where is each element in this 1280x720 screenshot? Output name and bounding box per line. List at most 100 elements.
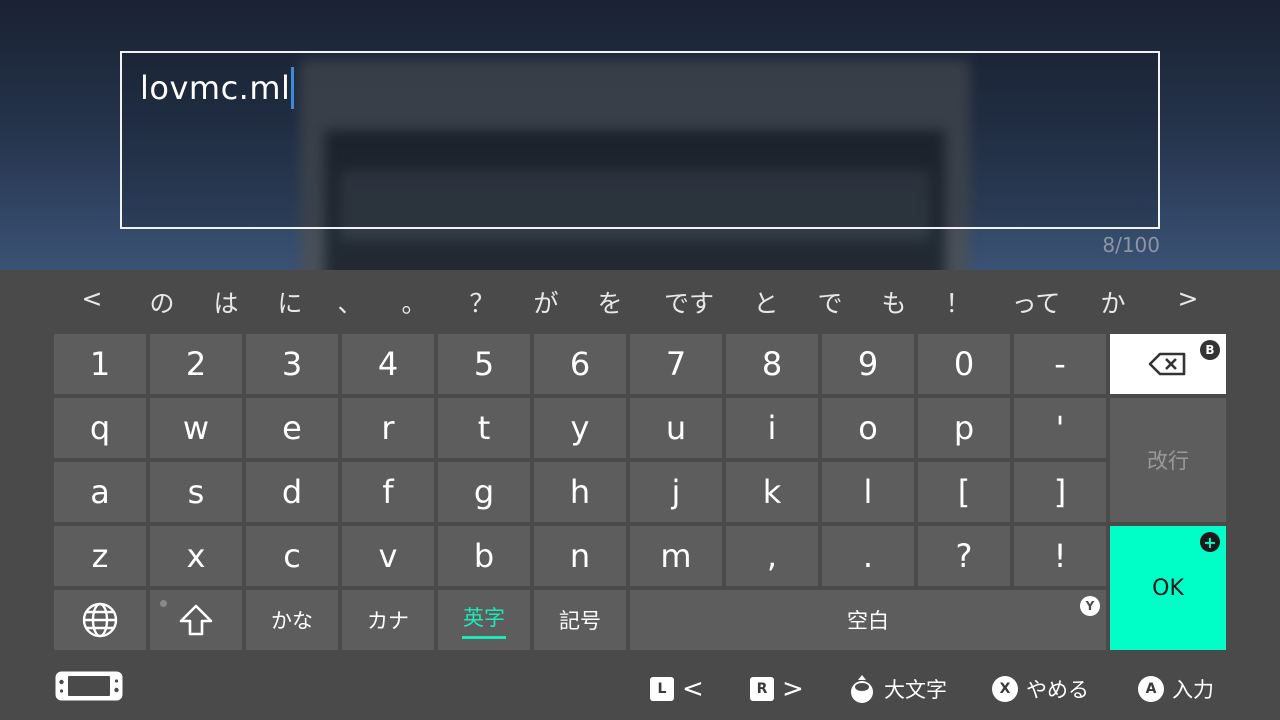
- space-key[interactable]: 空白 Y: [630, 590, 1106, 650]
- key-row4-1[interactable]: x: [150, 526, 242, 586]
- left-chevron-icon: <: [682, 674, 704, 704]
- shift-key[interactable]: [150, 590, 242, 650]
- key-row1-6[interactable]: 7: [630, 334, 722, 394]
- suggestion-item[interactable]: の: [149, 284, 174, 320]
- hint-l-button[interactable]: L <: [650, 674, 704, 704]
- key-row2-9[interactable]: p: [918, 398, 1010, 458]
- key-row2-0[interactable]: q: [54, 398, 146, 458]
- suggestion-item[interactable]: ！: [945, 284, 970, 320]
- mode-symbols-key[interactable]: 記号: [534, 590, 626, 650]
- hint-r-button[interactable]: R >: [750, 674, 804, 704]
- l-button-icon: L: [650, 677, 674, 701]
- key-row3-6[interactable]: j: [630, 462, 722, 522]
- suggestion-item[interactable]: 。: [401, 284, 426, 320]
- mode-alphanumeric-key[interactable]: 英字: [438, 590, 530, 650]
- suggestion-item[interactable]: は: [213, 284, 238, 320]
- confirm-label: 入力: [1172, 678, 1214, 702]
- key-row2-1[interactable]: w: [150, 398, 242, 458]
- hint-caps[interactable]: 大文字: [848, 674, 947, 704]
- hint-cancel[interactable]: X やめる: [992, 674, 1089, 704]
- key-row3-0[interactable]: a: [54, 462, 146, 522]
- key-row3-8[interactable]: l: [822, 462, 914, 522]
- key-row4-10[interactable]: !: [1014, 526, 1106, 586]
- suggestion-next-arrow[interactable]: >: [1178, 284, 1199, 313]
- left-stick-press-icon: [851, 675, 873, 703]
- suggestion-item[interactable]: って: [1012, 284, 1061, 320]
- suggestion-item[interactable]: ？: [469, 284, 494, 320]
- key-row2-8[interactable]: o: [822, 398, 914, 458]
- a-button-icon: A: [1138, 676, 1164, 702]
- key-row3-2[interactable]: d: [246, 462, 338, 522]
- control-hints-bar: L < R > 大文字 X やめる A 入力: [0, 660, 1280, 720]
- key-row2-10[interactable]: ': [1014, 398, 1106, 458]
- key-row1-4[interactable]: 5: [438, 334, 530, 394]
- key-row3-4[interactable]: g: [438, 462, 530, 522]
- key-row1-8[interactable]: 9: [822, 334, 914, 394]
- key-row4-2[interactable]: c: [246, 526, 338, 586]
- key-row1-2[interactable]: 3: [246, 334, 338, 394]
- active-mode-underline: [462, 635, 506, 639]
- char-counter: 8/100: [1102, 233, 1160, 257]
- key-row4-7[interactable]: ,: [726, 526, 818, 586]
- key-row3-9[interactable]: [: [918, 462, 1010, 522]
- mode-katakana-key[interactable]: カナ: [342, 590, 434, 650]
- software-keyboard: < の は に 、 。 ？ が を です と で も ！ って か > かな カ…: [0, 270, 1280, 720]
- key-row4-4[interactable]: b: [438, 526, 530, 586]
- key-row1-5[interactable]: 6: [534, 334, 626, 394]
- mode-hiragana-key[interactable]: かな: [246, 590, 338, 650]
- key-row2-3[interactable]: r: [342, 398, 434, 458]
- key-row1-10[interactable]: -: [1014, 334, 1106, 394]
- suggestion-item[interactable]: か: [1100, 284, 1125, 320]
- key-row1-9[interactable]: 0: [918, 334, 1010, 394]
- hint-confirm[interactable]: A 入力: [1138, 674, 1214, 704]
- key-row2-5[interactable]: y: [534, 398, 626, 458]
- suggestion-item[interactable]: も: [881, 284, 906, 320]
- ok-key[interactable]: OK +: [1110, 526, 1226, 650]
- key-row4-8[interactable]: .: [822, 526, 914, 586]
- key-row3-5[interactable]: h: [534, 462, 626, 522]
- suggestion-item[interactable]: で: [817, 284, 842, 320]
- y-button-icon: Y: [1080, 596, 1100, 616]
- suggestion-item[interactable]: と: [753, 284, 778, 320]
- b-button-icon: B: [1200, 340, 1220, 360]
- key-row2-6[interactable]: u: [630, 398, 722, 458]
- plus-button-icon: +: [1200, 532, 1220, 552]
- suggestion-item[interactable]: を: [597, 284, 622, 320]
- suggestion-item[interactable]: 、: [337, 284, 362, 320]
- suggestion-item[interactable]: です: [664, 284, 714, 320]
- shift-indicator-dot: [160, 600, 167, 607]
- shift-arrow-icon: [179, 604, 213, 636]
- newline-key[interactable]: 改行: [1110, 398, 1226, 522]
- key-row1-0[interactable]: 1: [54, 334, 146, 394]
- suggestion-item[interactable]: が: [533, 284, 558, 320]
- key-row2-7[interactable]: i: [726, 398, 818, 458]
- key-row4-9[interactable]: ?: [918, 526, 1010, 586]
- key-row3-1[interactable]: s: [150, 462, 242, 522]
- key-row2-2[interactable]: e: [246, 398, 338, 458]
- key-row1-1[interactable]: 2: [150, 334, 242, 394]
- key-row3-7[interactable]: k: [726, 462, 818, 522]
- console-mode-icon: [55, 671, 123, 701]
- key-row4-5[interactable]: n: [534, 526, 626, 586]
- suggestion-bar: < の は に 、 。 ？ が を です と で も ！ って か >: [0, 270, 1280, 330]
- cancel-label: やめる: [1026, 678, 1089, 702]
- key-row4-6[interactable]: m: [630, 526, 722, 586]
- right-chevron-icon: >: [782, 674, 804, 704]
- backspace-key[interactable]: B: [1110, 334, 1226, 394]
- key-row4-0[interactable]: z: [54, 526, 146, 586]
- suggestion-item[interactable]: に: [277, 284, 302, 320]
- key-row1-3[interactable]: 4: [342, 334, 434, 394]
- key-row4-3[interactable]: v: [342, 526, 434, 586]
- globe-icon: [82, 602, 118, 638]
- space-key-label: 空白: [847, 609, 889, 633]
- suggestion-prev-arrow[interactable]: <: [82, 284, 103, 313]
- text-caret: [291, 67, 295, 109]
- key-row1-7[interactable]: 8: [726, 334, 818, 394]
- text-input-box[interactable]: lovmc.ml: [120, 51, 1160, 229]
- key-row3-3[interactable]: f: [342, 462, 434, 522]
- key-row2-4[interactable]: t: [438, 398, 530, 458]
- input-value: lovmc.ml: [140, 67, 295, 109]
- key-row3-10[interactable]: ]: [1014, 462, 1106, 522]
- background-area: lovmc.ml 8/100: [0, 0, 1280, 270]
- language-key[interactable]: [54, 590, 146, 650]
